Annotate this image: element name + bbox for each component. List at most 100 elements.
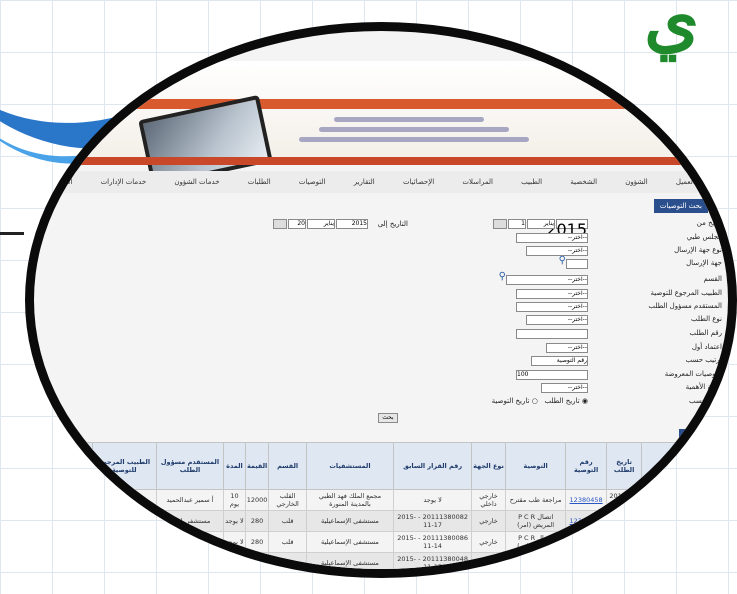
from-year-select[interactable]: 2015 [546,219,588,239]
column-header[interactable]: التوصية [504,442,567,490]
nav-item[interactable]: الطبيب [521,178,542,186]
sender-select[interactable] [566,259,588,269]
nav-item[interactable]: التوصيات [299,178,326,186]
search-icon[interactable]: ⚲ [499,271,506,282]
column-header[interactable]: تاريخ الطلب [605,442,643,490]
table-cell: لا يوجد [393,489,473,511]
form-label: الطبيب المرجوع للتوصية [650,289,722,297]
form-label: رقم الطلب [689,329,722,337]
table-cell [693,510,728,532]
nav-item[interactable]: الرئيسية [48,178,72,186]
to-year-select[interactable]: 2015 [336,219,368,229]
table-header-row: رقم الطلب التشخيص تاريخ الطلب رقم التوصية ال… [54,442,728,490]
results-table: رقم الطلب التشخيص تاريخ الطلب رقم التوصية ال… [54,442,728,569]
nav-item[interactable]: التقارير [354,178,375,186]
powerpoint-icon[interactable] [374,572,392,578]
table-cell: خارجي [471,531,506,553]
to-month-select[interactable]: يناير [307,219,335,229]
shown-count-input[interactable]: 100 [516,370,588,380]
search-icon[interactable]: ⚲ [559,255,566,266]
doctor-select[interactable]: --اختر-- [516,289,588,299]
table-cell: قلب [268,510,307,532]
nav-item[interactable]: المراسلات [462,178,493,186]
responsible-select[interactable]: --اختر-- [516,302,588,312]
column-header[interactable]: الطبيب المرجوع للتوصية [91,442,157,490]
request-number-input[interactable] [516,329,588,339]
app-screen: بيانات العميل الشؤون الشخصية الطبيب المراسلا… [34,31,728,569]
calendar-icon[interactable] [493,219,507,229]
from-day-select[interactable]: 1 [508,219,526,229]
magnifier-lens: بيانات العميل الشؤون الشخصية الطبيب المراسلا… [25,22,737,578]
nav-item[interactable]: الشؤون [625,178,647,186]
column-header[interactable]: رقم التوصية [565,442,607,490]
form-label: ترتيب حسب [685,356,722,364]
column-header[interactable]: رقم الطلب [693,442,728,490]
table-cell: خارجي [471,510,506,532]
table-cell: مستشفى الإسماعيلية [305,552,395,569]
column-header[interactable]: درجة الأهمية [54,442,93,490]
results-section-title: النتائج [679,429,708,443]
nav-item[interactable]: الشخصية [570,178,597,186]
department-select[interactable]: --اختر-- [506,275,588,285]
column-header[interactable]: التشخيص [641,442,695,490]
table-row[interactable]: قصور شريان (امر) 2014-05-22 12380421 اتصال … [54,510,728,532]
nav-item[interactable]: الإحصائيات [403,178,434,186]
table-cell[interactable]: 12380421 [565,510,607,532]
table-cell[interactable]: 12380458 [565,489,607,511]
table-cell [693,531,728,553]
table-cell[interactable]: 12380424 [565,531,607,553]
calendar-icon[interactable] [273,219,287,229]
column-header[interactable]: المستشفيات [305,442,395,490]
table-cell: مستشفى احمد [155,510,225,532]
search-button[interactable]: بحث [378,413,398,423]
column-header[interactable]: رقم القرار السابق [393,442,473,490]
to-day-select[interactable]: 20 [288,219,306,229]
sort-by-select[interactable]: رقم التوصية [531,356,588,366]
form-label: نوع جهة الإرسال [674,246,722,254]
column-header[interactable]: القيمة [244,442,270,490]
nav-item[interactable]: خدمات الإدارات [101,178,147,186]
sender-type-select[interactable]: --اختر-- [526,246,588,256]
table-row[interactable]: قصور شريان (امر) 2014-05-22 12380424 اتصال … [54,531,728,553]
table-cell: مستشفى الإسماعيلية [305,531,395,553]
nav-item[interactable]: خدمات الشؤون [174,178,219,186]
column-header[interactable]: القسم [268,442,307,490]
table-cell: 20111380082 - 2015-11-17 [393,510,473,532]
form-label: اعتماد أول [691,343,722,351]
table-cell: أ سمير عبدالحميد [155,489,225,511]
table-cell: خارجي داخلي [471,489,506,511]
importance-select[interactable]: --اختر-- [541,383,588,393]
table-row[interactable]: قصور الشريان التاجي 2014-05-22 12380458 مرا… [54,489,728,511]
banner-title-line [334,117,484,122]
banner-bottom-stripe [34,157,728,165]
from-month-select[interactable]: يناير [527,219,555,229]
radio-option-request-date: تاريخ الطلب [544,397,580,405]
table-cell [54,489,93,511]
nav-item[interactable]: بيانات العميل [676,178,714,186]
medical-council-select[interactable]: --اختر-- [516,233,588,243]
table-cell: لا يوجد [223,531,246,553]
column-header[interactable]: المدة [223,442,246,490]
nav-item[interactable]: الطلبات [248,178,271,186]
table-cell: 280 [244,510,270,532]
radio-unselected-icon[interactable]: ○ [532,397,538,405]
column-header[interactable]: نوع الجهة [471,442,506,490]
table-cell: مراجعة طب مقترح [504,489,567,511]
table-cell: قصور الشريان التاجي [641,489,695,511]
table-cell: اتصال P C R المريض (امر) [504,531,567,553]
table-cell [54,510,93,532]
request-type-select[interactable]: --اختر-- [526,315,588,325]
form-label: تاريخ من [696,219,722,227]
table-cell: قصور شريان (امر) [641,531,695,553]
radio-selected-icon[interactable]: ◉ [582,397,588,405]
table-cell: 280 [244,531,270,553]
table-cell: لا يوجد [223,510,246,532]
form-label: بحث حسب [688,397,722,405]
first-approval-select[interactable]: --اختر-- [546,343,588,353]
date-to-label: التاريخ إلى [377,220,408,228]
table-cell [91,510,157,532]
table-cell: 2014-05-22 [605,510,643,532]
search-by-radio-group: ◉ تاريخ الطلب ○ تاريخ التوصية [492,397,588,405]
column-header[interactable]: المستقدم مسؤول الطلب [155,442,225,490]
results-table-wrap: رقم الطلب التشخيص تاريخ الطلب رقم التوصية ال… [54,442,728,569]
